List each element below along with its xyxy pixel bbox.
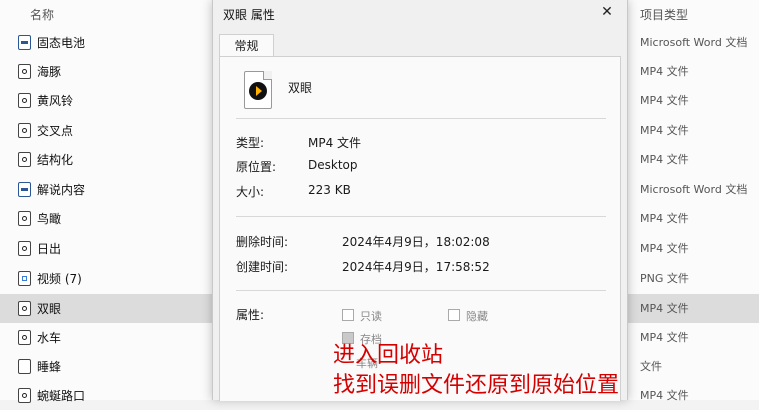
- file-type: Microsoft Word 文档: [640, 183, 748, 196]
- dialog-title: 双眼 属性: [223, 8, 275, 22]
- file-type: MP4 文件: [640, 153, 689, 166]
- video-file-icon: [18, 123, 31, 138]
- type-value: MP4 文件: [308, 136, 362, 150]
- file-type: MP4 文件: [640, 389, 689, 402]
- file-name: 睡蜂: [37, 360, 62, 374]
- column-header-name[interactable]: 名称: [30, 6, 54, 23]
- file-name: 鸟瞰: [37, 212, 62, 226]
- divider: [236, 216, 606, 217]
- file-name: 解说内容: [37, 183, 86, 197]
- file-type: MP4 文件: [640, 331, 689, 344]
- location-value: Desktop: [308, 158, 358, 172]
- video-file-icon: [18, 330, 31, 345]
- file-type: MP4 文件: [640, 124, 689, 137]
- location-label: 原位置:: [236, 160, 277, 174]
- file-type: MP4 文件: [640, 212, 689, 225]
- file-type: 文件: [640, 360, 662, 373]
- column-header-type[interactable]: 项目类型: [640, 6, 688, 23]
- video-file-icon: [18, 152, 31, 167]
- file-name: 日出: [37, 242, 62, 256]
- file-name: 视频 (7): [37, 272, 82, 286]
- created-time-value: 2024年4月9日，17:58:52: [342, 260, 490, 274]
- image-file-icon: [18, 271, 31, 286]
- deleted-time-label: 删除时间:: [236, 235, 289, 249]
- created-time-label: 创建时间:: [236, 260, 289, 274]
- hidden-label: 隐藏: [466, 310, 488, 323]
- caption-line-2: 找到误删文件还原到原始位置: [333, 373, 620, 398]
- file-name: 结构化: [37, 153, 74, 167]
- hidden-checkbox[interactable]: 隐藏: [448, 308, 488, 324]
- caption-line-1: 进入回收站: [333, 343, 444, 368]
- video-file-icon: [18, 241, 31, 256]
- tab-general[interactable]: 常规: [219, 34, 274, 58]
- video-file-icon: [244, 71, 272, 109]
- attributes-label: 属性:: [236, 308, 265, 322]
- blank-file-icon: [18, 359, 31, 374]
- size-label: 大小:: [236, 185, 265, 199]
- file-type: MP4 文件: [640, 94, 689, 107]
- file-name: 交叉点: [37, 124, 74, 138]
- video-file-icon: [18, 64, 31, 79]
- file-name: 水车: [37, 331, 62, 345]
- word-doc-icon: [18, 35, 31, 50]
- deleted-time-value: 2024年4月9日，18:02:08: [342, 235, 490, 249]
- file-name: 蜿蜒路口: [37, 389, 86, 403]
- file-name: 黄风铃: [37, 94, 74, 108]
- file-name-display: 双眼: [288, 81, 313, 95]
- file-type: PNG 文件: [640, 272, 689, 285]
- word-doc-icon: [18, 182, 31, 197]
- video-file-icon: [18, 93, 31, 108]
- divider: [236, 118, 606, 119]
- file-name: 海豚: [37, 65, 62, 79]
- file-type: Microsoft Word 文档: [640, 36, 748, 49]
- readonly-checkbox[interactable]: 只读: [342, 308, 382, 324]
- close-button[interactable]: ✕: [597, 2, 617, 22]
- video-file-icon: [18, 388, 31, 403]
- type-label: 类型:: [236, 136, 265, 150]
- file-type: MP4 文件: [640, 242, 689, 255]
- properties-dialog: 双眼 属性 ✕ 常规 双眼 类型: MP4 文件 原位置: Desktop 大小…: [212, 0, 628, 401]
- video-file-icon: [18, 301, 31, 316]
- video-file-icon: [18, 211, 31, 226]
- file-type: MP4 文件: [640, 65, 689, 78]
- file-type: MP4 文件: [640, 302, 689, 315]
- file-name: 固态电池: [37, 36, 86, 50]
- file-name: 双眼: [37, 302, 62, 316]
- readonly-label: 只读: [360, 310, 382, 323]
- size-value: 223 KB: [308, 183, 351, 197]
- divider: [236, 290, 606, 291]
